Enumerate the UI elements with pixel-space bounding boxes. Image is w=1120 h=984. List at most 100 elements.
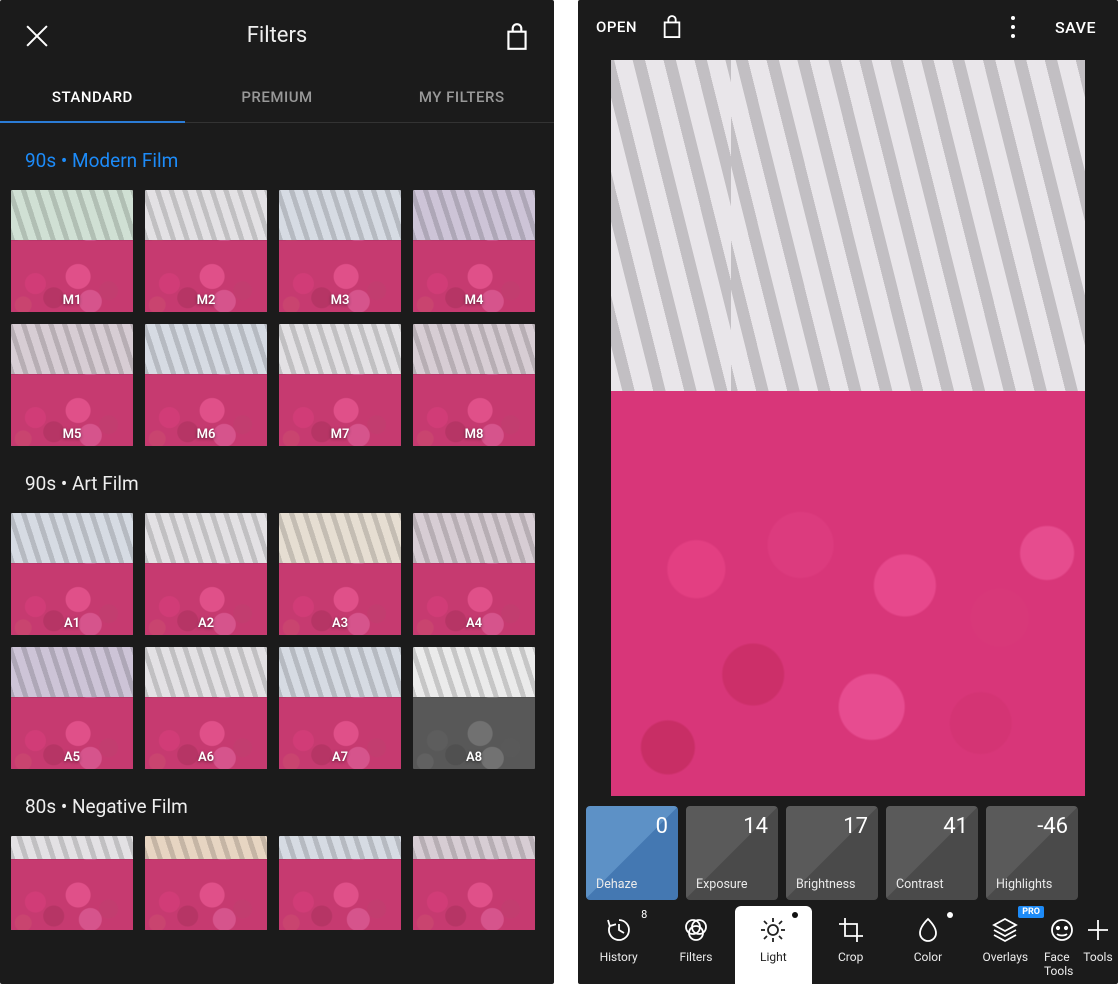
editor-topbar: OPEN SAVE [578, 0, 1118, 54]
filter-thumb-A8[interactable]: A8 [413, 647, 535, 769]
filter-grid: A1 A2 A3 A4 A5 A6 A7 A8 [11, 513, 543, 769]
filter-thumb-M4[interactable]: M4 [413, 190, 535, 312]
nav-light[interactable]: Light [735, 906, 812, 984]
adjust-contrast[interactable]: 41 Contrast [886, 806, 978, 900]
nav-label: History [600, 950, 638, 964]
nav-label: Tools [1083, 950, 1112, 964]
filter-thumb-item0[interactable] [11, 836, 133, 930]
light-adjustments[interactable]: 0Dehaze14Exposure17Brightness41Contrast-… [578, 796, 1118, 900]
nav-filters[interactable]: Filters [657, 906, 734, 984]
adjust-brightness[interactable]: 17 Brightness [786, 806, 878, 900]
nav-label: Overlays [982, 950, 1028, 964]
filter-label: M3 [279, 293, 401, 308]
color-icon [914, 916, 942, 944]
filters-title: Filters [0, 23, 554, 48]
adjust-value: 17 [843, 814, 868, 839]
filter-thumb-item1[interactable] [145, 836, 267, 930]
section-title[interactable]: 90s • Art Film [11, 446, 543, 513]
save-button[interactable]: SAVE [1055, 18, 1096, 37]
bottom-nav: History 8 Filters Light Crop Color Overlays PRO… [578, 900, 1118, 984]
adjust-highlights[interactable]: -46 Highlights [986, 806, 1078, 900]
adjust-value: 14 [743, 814, 768, 839]
nav-crop[interactable]: Crop [812, 906, 889, 984]
filter-label: A3 [279, 616, 401, 631]
filter-label: M7 [279, 427, 401, 442]
filter-thumb-M8[interactable]: M8 [413, 324, 535, 446]
filter-thumb-A2[interactable]: A2 [145, 513, 267, 635]
light-icon [759, 916, 787, 944]
adjust-dehaze[interactable]: 0 Dehaze [586, 806, 678, 900]
filter-thumb-A5[interactable]: A5 [11, 647, 133, 769]
tab-premium[interactable]: PREMIUM [185, 74, 370, 122]
filter-label: M6 [145, 427, 267, 442]
adjust-value: 41 [943, 814, 968, 839]
nav-history[interactable]: History 8 [580, 906, 657, 984]
filter-label: M1 [11, 293, 133, 308]
filter-thumb-M6[interactable]: M6 [145, 324, 267, 446]
filter-thumb-A7[interactable]: A7 [279, 647, 401, 769]
tab-standard[interactable]: STANDARD [0, 74, 185, 122]
store-icon[interactable] [504, 22, 526, 48]
filter-sections[interactable]: 90s • Modern Film M1 M2 M3 M4 M5 M6 M7 M8 90s • A… [0, 123, 554, 930]
nav-overlays[interactable]: Overlays PRO [967, 906, 1044, 984]
adjust-exposure[interactable]: 14 Exposure [686, 806, 778, 900]
crop-icon [837, 916, 865, 944]
section-title[interactable]: 80s • Negative Film [11, 769, 543, 836]
tools-icon [1084, 916, 1112, 944]
filter-label: M5 [11, 427, 133, 442]
close-icon[interactable] [24, 22, 50, 48]
pro-badge: PRO [1018, 906, 1044, 918]
adjust-label: Contrast [896, 877, 974, 892]
filters-panel: Filters STANDARDPREMIUMMY FILTERS 90s • … [0, 0, 554, 984]
filter-thumb-M1[interactable]: M1 [11, 190, 133, 312]
filters-icon [682, 916, 710, 944]
adjust-label: Dehaze [596, 877, 674, 892]
image-preview[interactable] [611, 60, 1085, 796]
filter-thumb-M5[interactable]: M5 [11, 324, 133, 446]
filter-thumb-M3[interactable]: M3 [279, 190, 401, 312]
filter-label: A5 [11, 750, 133, 765]
overlays-icon [991, 916, 1019, 944]
filter-grid [11, 836, 543, 930]
filter-thumb-A4[interactable]: A4 [413, 513, 535, 635]
filter-label: A8 [413, 750, 535, 765]
filter-label: M2 [145, 293, 267, 308]
filter-thumb-A6[interactable]: A6 [145, 647, 267, 769]
filter-label: M8 [413, 427, 535, 442]
history-icon [605, 916, 633, 944]
nav-color[interactable]: Color [889, 906, 966, 984]
filter-thumb-A3[interactable]: A3 [279, 513, 401, 635]
adjust-value: 0 [656, 814, 668, 839]
adjust-label: Highlights [996, 877, 1074, 892]
filter-grid: M1 M2 M3 M4 M5 M6 M7 M8 [11, 190, 543, 446]
nav-label: Color [914, 950, 942, 964]
filter-thumb-A1[interactable]: A1 [11, 513, 133, 635]
adjust-value: -46 [1037, 814, 1068, 839]
nav-label: Filters [679, 950, 712, 964]
edit-indicator [792, 912, 798, 918]
nav-label: Light [760, 950, 787, 964]
section-title[interactable]: 90s • Modern Film [11, 123, 543, 190]
nav-label: Crop [838, 950, 863, 964]
filter-label: A6 [145, 750, 267, 765]
history-count: 8 [641, 908, 647, 921]
filter-thumb-item2[interactable] [279, 836, 401, 930]
filter-thumb-M7[interactable]: M7 [279, 324, 401, 446]
open-button[interactable]: OPEN [596, 18, 637, 36]
nav-label: Face Tools [1044, 950, 1080, 978]
face-icon [1048, 916, 1076, 944]
more-icon[interactable] [1011, 16, 1015, 38]
adjust-label: Brightness [796, 877, 874, 892]
adjust-label: Exposure [696, 877, 774, 892]
filter-label: A4 [413, 616, 535, 631]
filter-thumb-M2[interactable]: M2 [145, 190, 267, 312]
filter-label: A2 [145, 616, 267, 631]
nav-face-tools[interactable]: Face Tools [1044, 906, 1080, 984]
filter-thumb-item3[interactable] [413, 836, 535, 930]
edit-indicator [947, 912, 953, 918]
tab-my-filters[interactable]: MY FILTERS [369, 74, 554, 122]
filter-label: A1 [11, 616, 133, 631]
store-icon[interactable] [661, 14, 683, 40]
nav-tools[interactable]: Tools [1080, 906, 1116, 984]
filter-label: M4 [413, 293, 535, 308]
